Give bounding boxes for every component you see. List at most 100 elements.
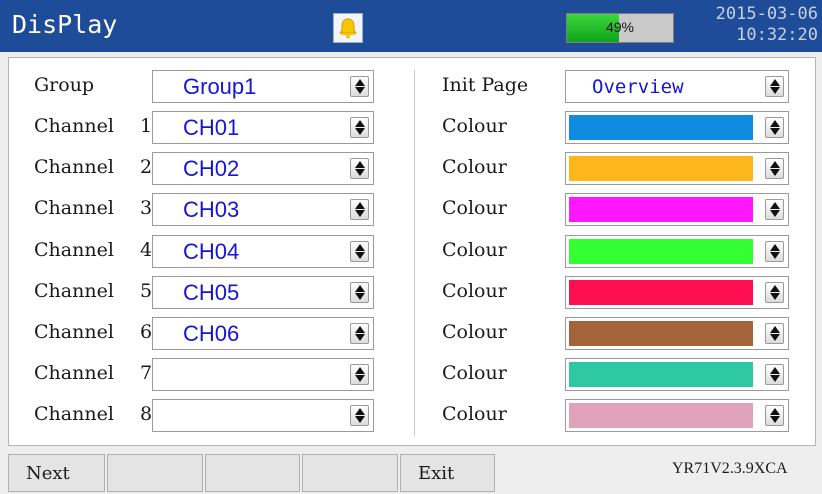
- colour-2-spin-button[interactable]: [765, 158, 784, 179]
- channel-1-select[interactable]: CH01: [152, 111, 374, 144]
- up-arrow-icon: [355, 161, 365, 168]
- up-arrow-icon: [355, 326, 365, 333]
- channel-number: 7: [140, 362, 153, 384]
- channel-8-spin-button[interactable]: [350, 405, 369, 426]
- channel-label-text: Channel: [34, 197, 114, 219]
- channel-number: 4: [140, 239, 153, 261]
- up-arrow-icon: [770, 367, 780, 374]
- colour-2-select[interactable]: [565, 152, 789, 185]
- next-button[interactable]: Next: [8, 454, 105, 492]
- colour-4-spin-button[interactable]: [765, 241, 784, 262]
- channel-5-spin-button[interactable]: [350, 282, 369, 303]
- down-arrow-icon: [355, 416, 365, 423]
- channel-label-text: Channel: [34, 156, 114, 178]
- channel-2-select[interactable]: CH02: [152, 152, 374, 185]
- up-arrow-icon: [770, 326, 780, 333]
- softkey-3-button[interactable]: [205, 454, 300, 492]
- battery-indicator: 49%: [566, 13, 674, 43]
- channel-7-select[interactable]: [152, 358, 374, 391]
- channel-8-select[interactable]: [152, 399, 374, 432]
- colour-swatch: [569, 156, 753, 181]
- up-arrow-icon: [355, 367, 365, 374]
- colour-3-label: Colour: [442, 197, 507, 219]
- channel-6-spin-button[interactable]: [350, 323, 369, 344]
- up-arrow-icon: [770, 408, 780, 415]
- colour-6-select[interactable]: [565, 317, 789, 350]
- firmware-version: YR71V2.3.9XCA: [672, 460, 788, 477]
- colour-8-spin-button[interactable]: [765, 405, 784, 426]
- exit-button[interactable]: Exit: [400, 454, 495, 492]
- channel-label-text: Channel: [34, 280, 114, 302]
- init-page-label: Init Page: [442, 74, 529, 96]
- channel-1-spin-button[interactable]: [350, 117, 369, 138]
- colour-6-spin-button[interactable]: [765, 323, 784, 344]
- channel-number: 5: [140, 280, 153, 302]
- colour-3-select[interactable]: [565, 193, 789, 226]
- up-arrow-icon: [770, 244, 780, 251]
- down-arrow-icon: [355, 169, 365, 176]
- channel-7-spin-button[interactable]: [350, 364, 369, 385]
- bell-icon: [339, 18, 357, 39]
- channel-value: CH02: [183, 156, 240, 181]
- down-arrow-icon: [355, 375, 365, 382]
- init-page-value: Overview: [592, 76, 684, 98]
- channel-label-text: Channel: [34, 362, 114, 384]
- colour-4-label: Colour: [442, 239, 507, 261]
- colour-swatch: [569, 280, 753, 305]
- colour-swatch: [569, 362, 753, 387]
- up-arrow-icon: [770, 79, 780, 86]
- colour-1-select[interactable]: [565, 111, 789, 144]
- channel-2-spin-button[interactable]: [350, 158, 369, 179]
- title-bar: DisPlay 49% 2015-03-06 10:32:20: [0, 0, 822, 52]
- channel-3-select[interactable]: CH03: [152, 193, 374, 226]
- down-arrow-icon: [770, 87, 780, 94]
- up-arrow-icon: [770, 285, 780, 292]
- alarm-bell-button[interactable]: [333, 13, 363, 43]
- colour-1-spin-button[interactable]: [765, 117, 784, 138]
- down-arrow-icon: [770, 210, 780, 217]
- group-select[interactable]: Group1: [152, 70, 374, 103]
- colour-5-select[interactable]: [565, 276, 789, 309]
- colour-7-spin-button[interactable]: [765, 364, 784, 385]
- channel-number: 8: [140, 403, 153, 425]
- colour-7-select[interactable]: [565, 358, 789, 391]
- channel-label-text: Channel: [34, 403, 114, 425]
- channel-number: 3: [140, 197, 153, 219]
- up-arrow-icon: [770, 120, 780, 127]
- down-arrow-icon: [355, 210, 365, 217]
- up-arrow-icon: [770, 202, 780, 209]
- softkey-4-button[interactable]: [302, 454, 398, 492]
- channel-value: CH03: [183, 197, 240, 222]
- colour-7-label: Colour: [442, 362, 507, 384]
- down-arrow-icon: [355, 334, 365, 341]
- battery-percentage: 49%: [605, 19, 635, 35]
- channel-5-select[interactable]: CH05: [152, 276, 374, 309]
- colour-4-select[interactable]: [565, 235, 789, 268]
- channel-3-spin-button[interactable]: [350, 199, 369, 220]
- colour-swatch: [569, 321, 753, 346]
- channel-6-select[interactable]: CH06: [152, 317, 374, 350]
- channel-value: CH06: [183, 321, 240, 346]
- datetime-display: 2015-03-06 10:32:20: [716, 4, 818, 46]
- column-divider: [414, 70, 415, 436]
- group-spin-button[interactable]: [350, 76, 369, 97]
- down-arrow-icon: [770, 293, 780, 300]
- channel-number: 1: [140, 115, 153, 137]
- channel-4-spin-button[interactable]: [350, 241, 369, 262]
- colour-3-spin-button[interactable]: [765, 199, 784, 220]
- channel-number: 6: [140, 321, 153, 343]
- channel-4-select[interactable]: CH04: [152, 235, 374, 268]
- init-page-spin-button[interactable]: [765, 76, 784, 97]
- channel-label-text: Channel: [34, 239, 114, 261]
- init-page-select[interactable]: Overview: [565, 70, 789, 103]
- softkey-2-button[interactable]: [107, 454, 203, 492]
- down-arrow-icon: [770, 375, 780, 382]
- colour-swatch: [569, 239, 753, 264]
- colour-5-spin-button[interactable]: [765, 282, 784, 303]
- down-arrow-icon: [355, 252, 365, 259]
- colour-8-select[interactable]: [565, 399, 789, 432]
- up-arrow-icon: [355, 120, 365, 127]
- colour-6-label: Colour: [442, 321, 507, 343]
- channel-value: CH04: [183, 239, 240, 264]
- colour-swatch: [569, 115, 753, 140]
